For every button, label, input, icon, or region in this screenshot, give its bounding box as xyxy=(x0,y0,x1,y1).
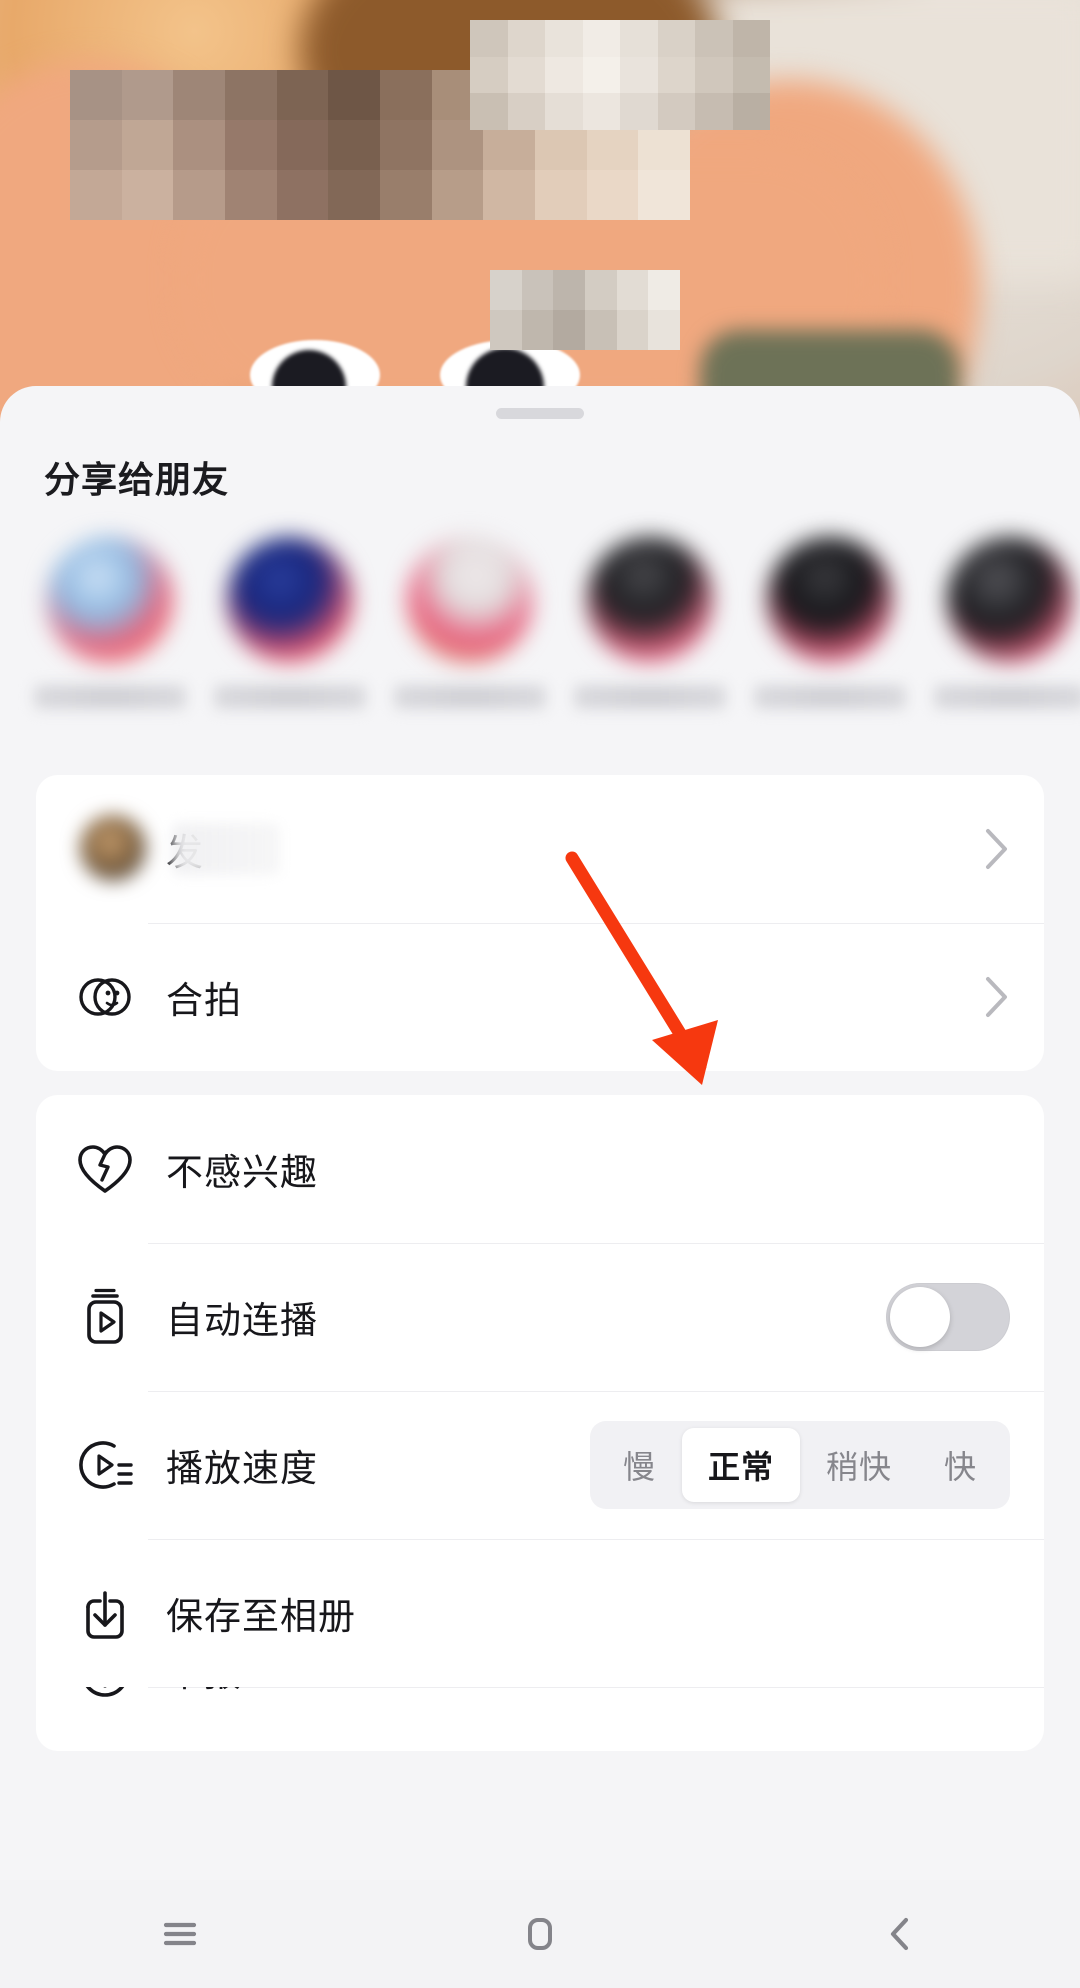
avatar xyxy=(587,537,713,663)
share-target-item[interactable] xyxy=(754,537,906,709)
drag-handle[interactable] xyxy=(496,408,584,419)
chevron-right-icon xyxy=(984,827,1010,871)
menu-item-autoplay[interactable]: 自动连播 xyxy=(36,1243,1044,1391)
menu-item-save-to-album[interactable]: 保存至相册 xyxy=(36,1539,1044,1687)
playback-speed-segmented-control[interactable]: 慢 正常 稍快 快 xyxy=(589,1421,1010,1509)
back-icon xyxy=(890,1917,909,1951)
download-icon xyxy=(72,1583,138,1643)
home-button[interactable] xyxy=(450,1880,630,1988)
share-target-name xyxy=(754,685,906,709)
menu-item-label: 自动连播 xyxy=(166,1300,318,1341)
share-target-name xyxy=(34,685,186,709)
share-target-name xyxy=(574,685,726,709)
avatar xyxy=(407,537,533,663)
broken-heart-icon xyxy=(72,1139,138,1199)
back-button[interactable] xyxy=(810,1880,990,1988)
menu-item-label: 保存至相册 xyxy=(166,1596,356,1637)
share-target-item[interactable] xyxy=(934,537,1080,709)
share-target-list[interactable] xyxy=(0,503,1080,763)
home-icon xyxy=(528,1918,552,1950)
autoplay-icon xyxy=(72,1286,138,1348)
chevron-right-icon xyxy=(984,975,1010,1019)
duet-icon xyxy=(72,966,138,1028)
menu-item-label: 不感兴趣 xyxy=(166,1152,318,1193)
share-target-item[interactable] xyxy=(574,537,726,709)
menu-icon xyxy=(163,1922,197,1946)
menu-item-playback-speed[interactable]: 播放速度 慢 正常 稍快 快 xyxy=(36,1391,1044,1539)
mosaic-censor-right xyxy=(470,20,770,130)
recents-button[interactable] xyxy=(90,1880,270,1988)
share-target-name xyxy=(394,685,546,709)
speed-option-slow[interactable]: 慢 xyxy=(597,1428,682,1502)
action-card-secondary: 不感兴趣 自动连播 播放速度 慢 正常 稍快 快 保存至相册 xyxy=(36,1095,1044,1751)
menu-item-forward[interactable]: 发 xyxy=(36,775,1044,923)
privacy-blur-overlay xyxy=(172,823,280,875)
mosaic-censor-face xyxy=(490,270,680,350)
menu-item-not-interested[interactable]: 不感兴趣 xyxy=(36,1095,1044,1243)
menu-item-report[interactable]: 举报 xyxy=(36,1687,1044,1751)
speed-option-normal[interactable]: 正常 xyxy=(681,1428,800,1502)
avatar xyxy=(227,537,353,663)
action-card-primary: 发 合拍 xyxy=(36,775,1044,1071)
menu-item-label: 举报 xyxy=(166,1687,242,1697)
avatar xyxy=(47,537,173,663)
speed-option-faster[interactable]: 稍快 xyxy=(800,1428,918,1502)
speed-option-fast[interactable]: 快 xyxy=(918,1428,1003,1502)
share-target-item[interactable] xyxy=(394,537,546,709)
share-target-item[interactable] xyxy=(34,537,186,709)
toggle-knob xyxy=(890,1287,950,1347)
menu-item-label: 合拍 xyxy=(166,980,242,1021)
menu-item-duet[interactable]: 合拍 xyxy=(36,923,1044,1071)
share-bottom-sheet[interactable]: 分享给朋友 发 xyxy=(0,386,1080,1880)
forward-avatar-icon xyxy=(80,815,146,881)
avatar xyxy=(947,537,1073,663)
menu-item-label: 播放速度 xyxy=(166,1448,318,1489)
avatar xyxy=(767,537,893,663)
share-target-name xyxy=(214,685,366,709)
autoplay-toggle[interactable] xyxy=(886,1283,1010,1351)
android-navigation-bar[interactable] xyxy=(0,1880,1080,1988)
report-icon xyxy=(72,1687,138,1703)
share-target-item[interactable] xyxy=(214,537,366,709)
page-title: 分享给朋友 xyxy=(44,459,230,500)
playback-speed-icon xyxy=(72,1434,138,1496)
share-target-name xyxy=(934,685,1080,709)
